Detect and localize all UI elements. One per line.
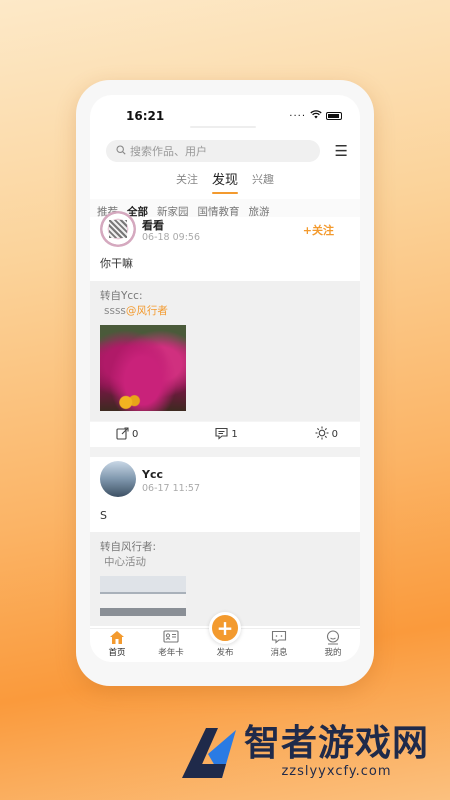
nav-home[interactable]: 首页 <box>97 630 137 658</box>
battery-icon <box>326 112 342 120</box>
repost-source: 转自风行者: <box>100 541 157 553</box>
brand-watermark: 智者游戏网 zzslyyxcfy.com <box>178 720 429 782</box>
post-photo-flowers[interactable] <box>100 325 186 411</box>
sun-like-icon <box>315 426 329 443</box>
nav-senior-card-label: 老年卡 <box>158 648 184 658</box>
repost-source: 转自Ycc: <box>100 290 143 302</box>
post-date: 06-18 09:56 <box>142 232 201 243</box>
repost-block[interactable]: 转自Ycc: ssss@风行者 <box>90 281 360 421</box>
tab-discover[interactable]: 发现 <box>211 169 239 194</box>
status-icons: ···· <box>289 110 342 122</box>
avatar[interactable] <box>100 461 136 497</box>
nav-senior-card[interactable]: 老年卡 <box>151 630 191 658</box>
profile-icon <box>325 630 341 646</box>
notch-indicator <box>190 126 256 128</box>
bottom-nav: 首页 老年卡 + 发布 消息 我的 <box>90 612 360 662</box>
share-icon <box>116 426 129 443</box>
post-date: 06-17 11:57 <box>142 483 201 494</box>
repost-mention[interactable]: @风行者 <box>126 305 168 317</box>
post-actions: 0 1 0 <box>90 421 360 447</box>
nav-publish[interactable]: + 发布 <box>205 612 245 658</box>
tab-interest[interactable]: 兴趣 <box>252 171 274 190</box>
avatar[interactable] <box>100 211 136 247</box>
comment-count: 1 <box>231 429 238 440</box>
nav-messages-label: 消息 <box>270 648 288 658</box>
top-tabs: 关注 发现 兴趣 <box>90 169 360 194</box>
brand-text: 智者游戏网 zzslyyxcfy.com <box>244 722 430 779</box>
search-placeholder: 搜索作品、用户 <box>130 145 207 158</box>
like-count: 0 <box>331 429 338 440</box>
message-icon <box>271 630 287 646</box>
status-time: 16:21 <box>126 109 165 123</box>
menu-icon[interactable]: ☰ <box>335 142 348 160</box>
brand-logo-icon <box>178 720 240 782</box>
search-input[interactable]: 搜索作品、用户 <box>106 140 320 162</box>
feed: 看看 06-18 09:56 +关注 你干嘛 转自Ycc: ssss@风行者 0 <box>90 211 360 626</box>
repost-text: 中心活动 <box>104 556 146 568</box>
post-header: 看看 06-18 09:56 +关注 <box>90 211 360 251</box>
comment-button[interactable]: 1 <box>215 427 238 443</box>
nav-publish-label: 发布 <box>216 648 234 658</box>
publish-plus-icon[interactable]: + <box>209 612 241 644</box>
app-screen: 16:21 ···· 搜索作品、用户 ☰ 关注 发现 兴趣 推荐 全部 新家园 … <box>90 95 360 662</box>
post-divider <box>90 447 360 457</box>
like-button[interactable]: 0 <box>315 426 338 443</box>
forward-count: 0 <box>132 429 139 440</box>
follow-button[interactable]: +关注 <box>303 222 334 238</box>
post-header: Ycc 06-17 11:57 <box>90 457 360 497</box>
signal-icon: ···· <box>289 110 306 122</box>
post-content: 你干嘛 <box>100 257 133 270</box>
nav-messages[interactable]: 消息 <box>259 630 299 658</box>
repost-text: ssss@风行者 <box>100 304 350 319</box>
nav-mine-label: 我的 <box>324 648 342 658</box>
post-photo-room[interactable] <box>100 576 186 616</box>
post-card[interactable]: Ycc 06-17 11:57 S 转自风行者: 中心活动 <box>90 457 360 626</box>
post-content: S <box>100 509 107 522</box>
post-username[interactable]: Ycc <box>142 468 163 481</box>
brand-url: zzslyyxcfy.com <box>281 763 392 779</box>
id-card-icon <box>163 630 179 646</box>
repost-body: ssss <box>104 305 126 317</box>
comment-icon <box>215 427 228 443</box>
wifi-icon <box>310 110 322 122</box>
status-bar: 16:21 ···· <box>90 95 360 135</box>
search-icon <box>116 144 126 158</box>
tab-follow[interactable]: 关注 <box>176 171 198 190</box>
brand-name: 智者游戏网 <box>244 722 430 764</box>
home-icon <box>109 630 125 646</box>
post-username[interactable]: 看看 <box>142 217 164 233</box>
post-card[interactable]: 看看 06-18 09:56 +关注 你干嘛 转自Ycc: ssss@风行者 0 <box>90 211 360 447</box>
nav-home-label: 首页 <box>108 648 126 658</box>
forward-button[interactable]: 0 <box>116 426 139 443</box>
nav-mine[interactable]: 我的 <box>313 630 353 658</box>
